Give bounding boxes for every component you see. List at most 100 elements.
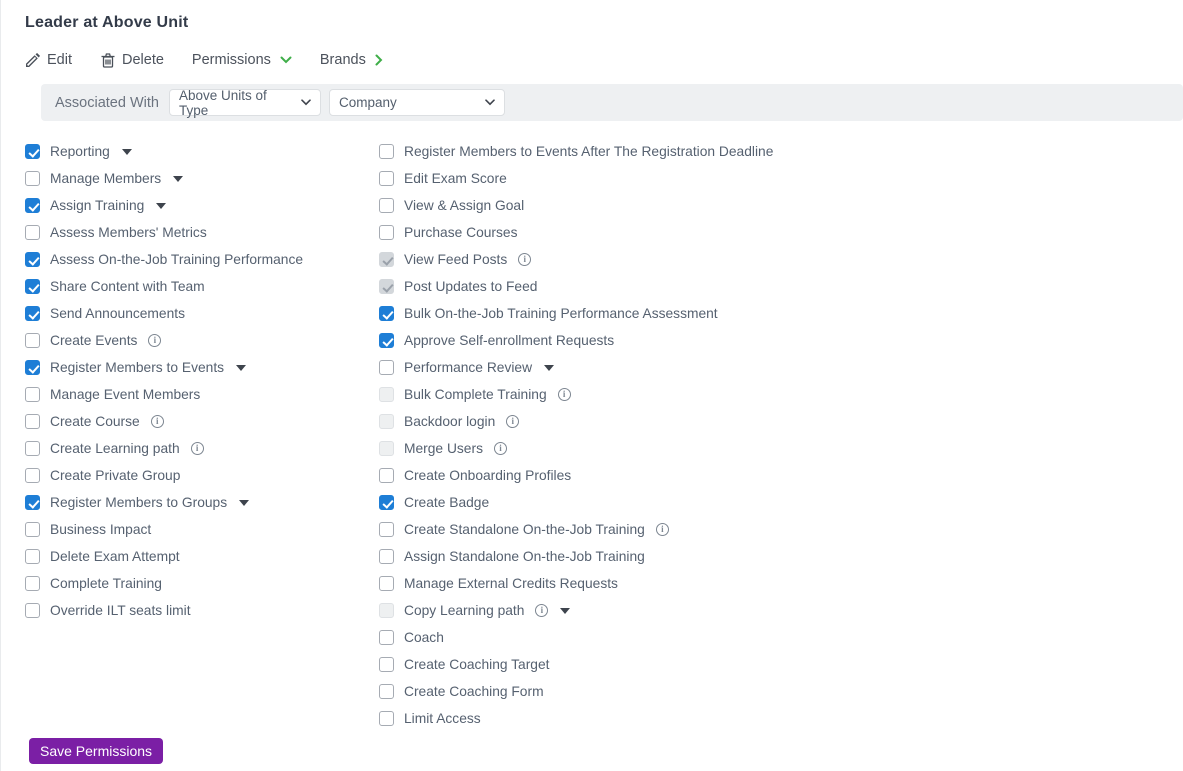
permissions-menu[interactable]: Permissions [192,52,292,68]
permission-checkbox[interactable] [25,333,40,348]
permission-checkbox[interactable] [25,468,40,483]
permission-checkbox[interactable] [379,684,394,699]
caret-down-icon[interactable] [121,148,132,155]
permission-label: Post Updates to Feed [404,279,538,294]
permission-checkbox[interactable] [25,198,40,213]
permission-row: Manage External Credits Requests [379,570,1183,597]
save-permissions-button[interactable]: Save Permissions [29,738,164,764]
permission-checkbox[interactable] [25,360,40,375]
associated-type-select[interactable]: Above Units of Type [168,87,321,118]
permission-checkbox[interactable] [379,468,394,483]
info-icon[interactable]: i [150,415,164,428]
permission-label: Assess Members' Metrics [50,225,207,240]
permission-label: Reporting [50,144,110,159]
permission-checkbox[interactable] [25,279,40,294]
permission-label: Create Events [50,333,138,348]
permission-row: View & Assign Goal [379,192,1183,219]
permission-checkbox[interactable] [25,522,40,537]
permission-row: Register Members to Events After The Reg… [379,138,1183,165]
permission-checkbox[interactable] [379,630,394,645]
caret-down-icon[interactable] [239,499,250,506]
permission-label: Bulk On-the-Job Training Performance Ass… [404,306,718,321]
permission-row: Bulk On-the-Job Training Performance Ass… [379,300,1183,327]
permission-checkbox[interactable] [379,225,394,240]
permission-checkbox[interactable] [25,549,40,564]
caret-down-icon[interactable] [544,364,555,371]
permission-checkbox[interactable] [25,225,40,240]
permission-label: Create Learning path [50,441,180,456]
info-icon[interactable]: i [506,415,520,428]
permission-checkbox[interactable] [25,603,40,618]
info-icon[interactable]: i [148,334,162,347]
permission-checkbox[interactable] [379,144,394,159]
permission-checkbox[interactable] [25,495,40,510]
permission-checkbox[interactable] [379,522,394,537]
permission-checkbox[interactable] [25,387,40,402]
info-icon[interactable]: i [518,253,532,266]
caret-down-icon[interactable] [560,607,571,614]
permission-row: Manage Event Members [25,381,379,408]
brands-link[interactable]: Brands [320,52,383,68]
info-icon[interactable]: i [655,523,669,536]
permission-checkbox[interactable] [379,198,394,213]
permission-row: Create Coaching Target [379,651,1183,678]
permission-row: Complete Training [25,570,379,597]
permission-row: Manage Members [25,165,379,192]
permission-checkbox[interactable] [25,252,40,267]
permission-label: Business Impact [50,522,152,537]
permission-checkbox [379,414,394,429]
permission-label: Create Coaching Form [404,684,544,699]
info-icon[interactable]: i [535,604,549,617]
permission-label: Create Badge [404,495,490,510]
permission-label: Performance Review [404,360,533,375]
permission-row: Reporting [25,138,379,165]
permission-row: Send Announcements [25,300,379,327]
permission-checkbox[interactable] [25,171,40,186]
chevron-down-icon [485,99,495,106]
permission-label: Manage Event Members [50,387,201,402]
delete-button[interactable]: Delete [100,52,164,68]
permission-label: Manage Members [50,171,162,186]
permission-checkbox[interactable] [379,333,394,348]
caret-down-icon[interactable] [236,364,247,371]
permissions-label: Permissions [191,52,271,68]
permission-checkbox[interactable] [379,657,394,672]
associated-entity-value: Company [338,95,397,110]
info-icon[interactable]: i [190,442,204,455]
permission-checkbox[interactable] [379,711,394,726]
permission-row: Create Coaching Form [379,678,1183,705]
trash-icon [100,52,115,68]
permission-checkbox[interactable] [25,441,40,456]
permission-checkbox [379,441,394,456]
permission-label: Create Coaching Target [404,657,550,672]
permission-label: Override ILT seats limit [50,603,191,618]
permission-checkbox[interactable] [379,171,394,186]
info-icon[interactable]: i [557,388,571,401]
info-icon[interactable]: i [493,442,507,455]
chevron-right-icon [375,54,383,66]
permission-checkbox[interactable] [379,576,394,591]
permission-checkbox[interactable] [25,306,40,321]
permission-row: View Feed Posts i [379,246,1183,273]
permission-checkbox[interactable] [379,360,394,375]
permission-row: Assign Training [25,192,379,219]
permission-checkbox[interactable] [25,144,40,159]
permission-row: Bulk Complete Training i [379,381,1183,408]
associated-entity-select[interactable]: Company [328,89,505,116]
edit-button[interactable]: Edit [25,52,72,68]
permission-label: Assign Standalone On-the-Job Training [404,549,645,564]
permission-checkbox[interactable] [379,549,394,564]
permission-checkbox[interactable] [25,576,40,591]
permission-row: Assign Standalone On-the-Job Training [379,543,1183,570]
permissions-grid: Reporting Manage Members Assign Training As… [25,138,1183,732]
permission-checkbox[interactable] [25,414,40,429]
chevron-down-icon [280,56,292,64]
caret-down-icon[interactable] [173,175,184,182]
permission-label: Register Members to Events After The Reg… [404,144,774,159]
permission-checkbox[interactable] [379,306,394,321]
permission-label: Purchase Courses [404,225,518,240]
permission-checkbox[interactable] [379,495,394,510]
associated-with-label: Associated With [55,94,159,111]
associated-type-value: Above Units of Type [178,87,267,118]
caret-down-icon[interactable] [156,202,167,209]
